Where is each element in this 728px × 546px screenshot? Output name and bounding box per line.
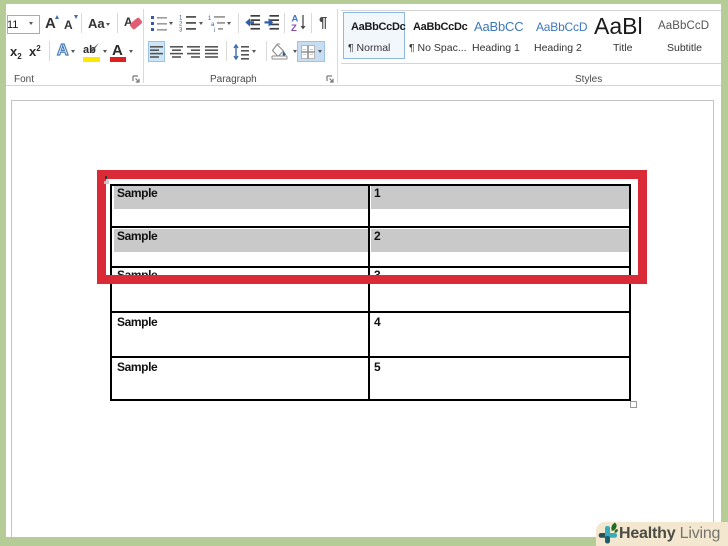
svg-text:3: 3 [179, 28, 183, 33]
svg-text:Z: Z [291, 23, 297, 32]
svg-text:i: i [214, 28, 215, 32]
